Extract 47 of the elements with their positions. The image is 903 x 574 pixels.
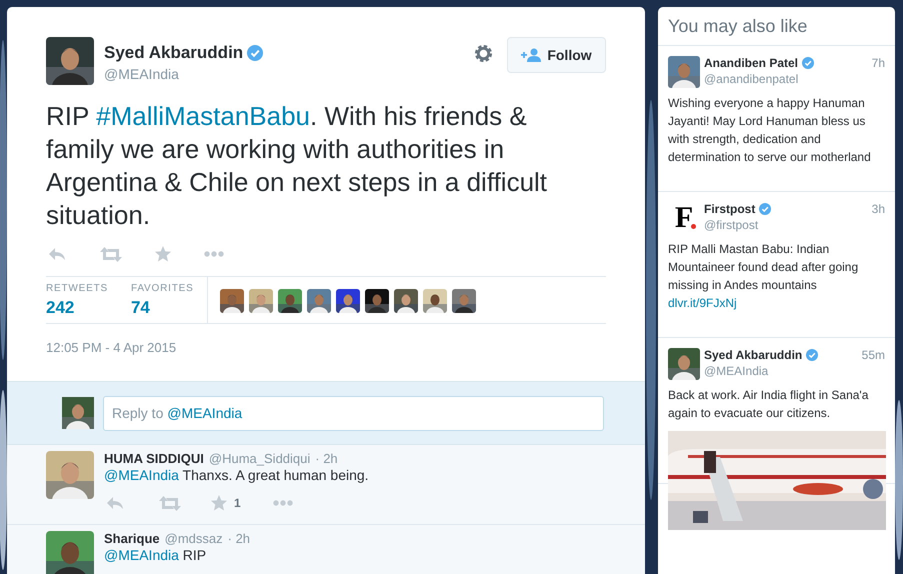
author-handle[interactable]: @MEAIndia (104, 66, 179, 82)
suggested-text: Wishing everyone a happy Hanuman Jayanti! May Lord Hanuman bless us with strength, dedication and determination to serve our motherland (668, 95, 872, 166)
stat-label: FAVORITES (130, 283, 194, 294)
suggested-handle[interactable]: @anandibenpatel (704, 72, 798, 86)
suggested-name[interactable]: Syed Akbaruddin (704, 348, 802, 362)
tweet-text: RIP #MalliMastanBabu. With his friends & family we are working with authorities in Argentina & Chile on next steps in a difficult situation. (46, 100, 548, 232)
reply-field[interactable]: Reply to @MEAIndia (103, 396, 604, 430)
follow-button[interactable]: Follow (507, 37, 606, 73)
panel-title: You may also like (658, 7, 895, 46)
retweet-icon[interactable] (159, 496, 181, 510)
reply-time[interactable]: · 2h (315, 451, 338, 466)
stat-count[interactable]: 242 (46, 298, 108, 318)
reply-author-name[interactable]: Sharique (104, 531, 160, 546)
mention-link[interactable]: @MEAIndia (104, 547, 179, 563)
mention-link[interactable]: @MEAIndia (104, 467, 179, 483)
favorite-count: 1 (234, 496, 241, 510)
reply-author-handle[interactable]: @Huma_Siddiqui (208, 451, 310, 466)
reply-icon[interactable] (48, 246, 67, 262)
brand-logo: F (668, 202, 700, 234)
short-link[interactable]: dlvr.it/9FJxNj (668, 296, 737, 310)
add-person-icon (521, 48, 542, 62)
suggested-text: RIP Malli Mastan Babu: Indian Mountaineer found dead after going missing in Andes mountains (668, 241, 860, 294)
more-icon[interactable] (204, 251, 224, 257)
author-name[interactable]: Syed Akbaruddin (104, 43, 244, 63)
reply-icon[interactable] (106, 496, 125, 510)
reply-author-handle[interactable]: @mdssaz (164, 531, 223, 546)
reply-text: @MEAIndia Thanxs. A great human being. (104, 467, 369, 483)
tweet-timestamp: 12:05 PM - 4 Apr 2015 (46, 340, 176, 355)
reply-time[interactable]: · 2h (228, 531, 250, 546)
suggested-name[interactable]: Anandiben Patel (704, 56, 798, 70)
star-icon[interactable] (155, 246, 171, 262)
suggested-name[interactable]: Firstpost (704, 202, 756, 216)
reply-author-name[interactable]: HUMA SIDDIQUI (104, 451, 204, 466)
suggested-text: Back at work. Air India flight in Sana'a again to evacuate our citizens. (668, 387, 870, 422)
stat-label: RETWEETS (46, 283, 108, 294)
more-icon[interactable] (272, 500, 293, 506)
stat-count[interactable]: 74 (130, 298, 194, 318)
retweet-icon[interactable] (100, 246, 122, 262)
suggested-time[interactable]: 55m (862, 348, 885, 380)
suggested-time[interactable]: 3h (872, 202, 885, 234)
suggested-handle[interactable]: @firstpost (704, 218, 758, 232)
suggested-handle[interactable]: @MEAIndia (704, 364, 768, 378)
hashtag-link[interactable]: #MalliMastanBabu (96, 101, 310, 131)
suggested-time[interactable]: 7h (872, 56, 885, 88)
reply-text: @MEAIndia RIP (104, 547, 208, 563)
settings-icon[interactable] (474, 44, 493, 63)
star-icon[interactable] (211, 495, 227, 511)
